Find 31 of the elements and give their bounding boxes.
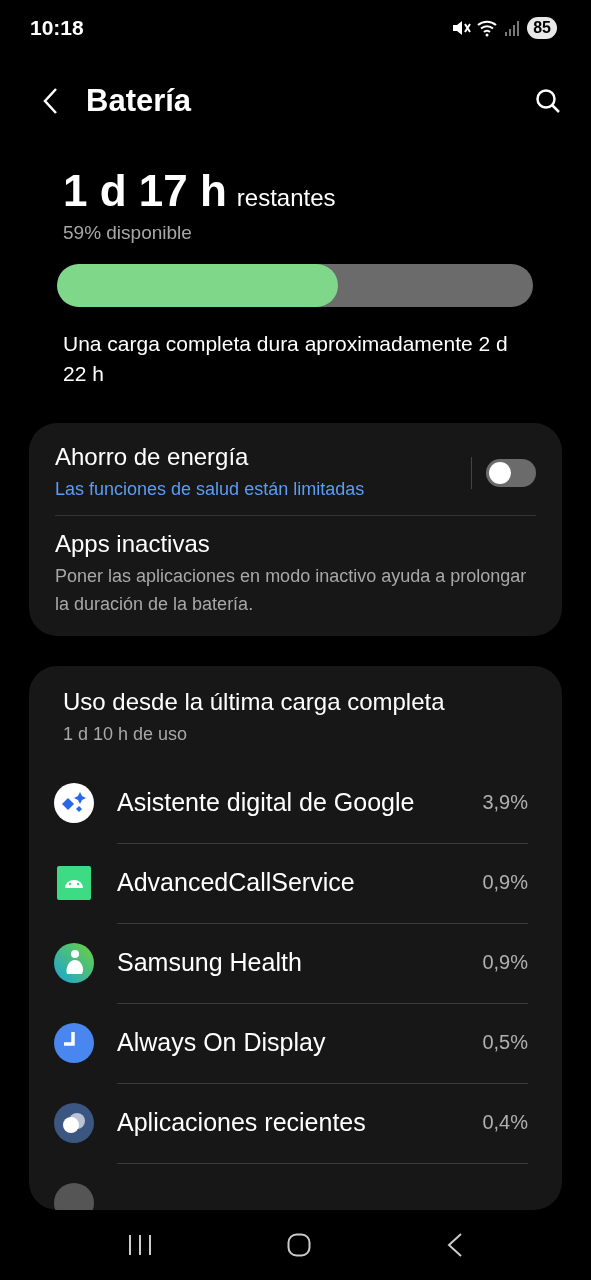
signal-icon	[505, 19, 522, 37]
time-remaining: 1 d 17 h	[63, 166, 227, 216]
usage-title: Uso desde la última carga completa	[63, 688, 446, 716]
setting-subtitle: Las funciones de salud están limitadas	[55, 478, 366, 501]
app-name[interactable]: Asistente digital de Google	[117, 788, 483, 817]
mute-icon	[451, 19, 472, 37]
clock-icon	[53, 1022, 95, 1064]
full-charge-text: Una carga completa dura aproximadamente 2 d 22 h	[63, 331, 509, 387]
figure-icon	[53, 942, 95, 984]
battery-badge: 85	[527, 17, 557, 39]
setting-title[interactable]: Apps inactivas	[55, 530, 536, 558]
android-icon	[57, 866, 91, 900]
status-time: 10:18	[30, 16, 84, 40]
page-title: Batería	[86, 83, 193, 119]
app-percent: 0,9%	[482, 871, 528, 894]
app-percent: 0,9%	[482, 951, 528, 974]
available-text: 59% disponible	[63, 222, 193, 244]
app-percent: 3,9%	[482, 791, 528, 814]
toggle-switch[interactable]	[486, 459, 536, 487]
app-name[interactable]: Samsung Health	[117, 948, 483, 977]
app-name[interactable]: Always On Display	[117, 1028, 483, 1057]
sparkle-icon	[53, 782, 95, 824]
usage-subtitle: 1 d 10 h de uso	[63, 724, 189, 745]
app-name[interactable]: AdvancedCallService	[117, 868, 483, 897]
app-percent: 0,5%	[482, 1031, 528, 1054]
circles-icon	[53, 1102, 95, 1144]
setting-title[interactable]: Ahorro de energía	[55, 443, 457, 471]
app-percent: 0,4%	[482, 1111, 528, 1134]
setting-subtitle: Poner las aplicaciones en modo inactivo ayuda a prolongar la duración de la batería.	[55, 565, 528, 616]
app-name[interactable]: Aplicaciones recientes	[117, 1108, 483, 1137]
remaining-label: restantes	[236, 184, 336, 212]
